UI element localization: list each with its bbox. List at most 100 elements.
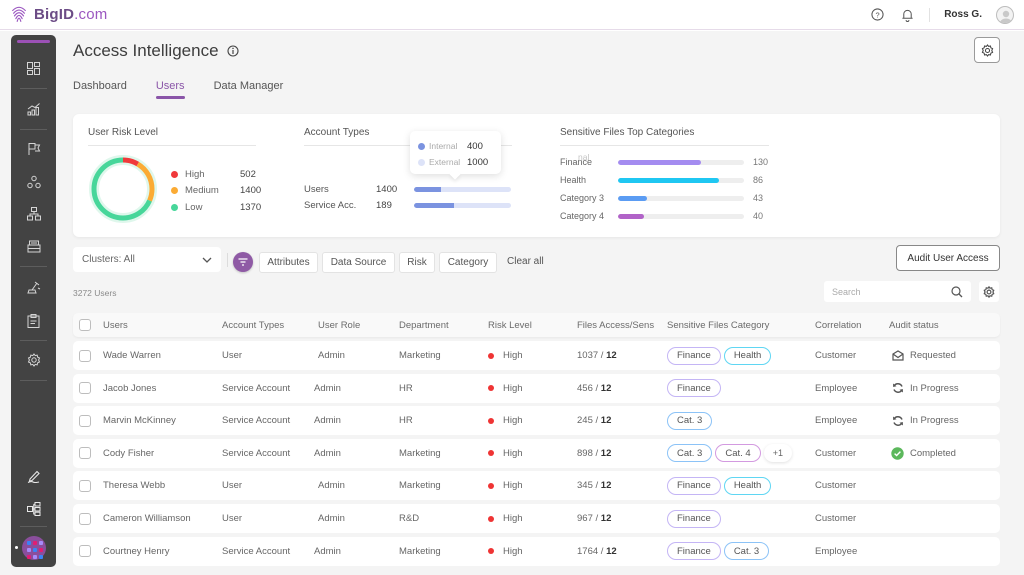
filter-chip-data-source[interactable]: Data Source — [322, 252, 395, 273]
account-bar[interactable] — [414, 203, 511, 208]
user-count: 3272 Users — [73, 288, 117, 298]
sidebar-item-audit[interactable] — [11, 308, 56, 334]
table-row[interactable]: Courtney Henry Service Account Admin Market… — [73, 536, 1000, 566]
account-row-users[interactable]: Users 1400 — [304, 184, 511, 195]
row-checkbox[interactable] — [79, 479, 91, 492]
page-title: Access Intelligence — [73, 41, 219, 60]
filter-chip-category[interactable]: Category — [439, 252, 497, 273]
column-header-audit-status[interactable]: Audit status — [889, 313, 939, 337]
correlation-cell: Employee — [815, 545, 858, 557]
category-bar-row[interactable]: Finance 130 — [560, 157, 768, 167]
table-row[interactable]: Marvin McKinney Service Account Admin HR Hig… — [73, 406, 1000, 436]
inventory-archive-icon — [27, 240, 40, 253]
sidebar-item-clusters[interactable] — [11, 169, 56, 195]
row-checkbox[interactable] — [79, 414, 91, 427]
table-settings-button[interactable] — [979, 281, 999, 302]
select-all-checkbox[interactable] — [79, 319, 91, 331]
column-header-files-access[interactable]: Files Access/Sens — [577, 313, 654, 337]
user-name-cell[interactable]: Marvin McKinney — [103, 406, 176, 435]
more-categories-pill[interactable]: +1 — [763, 444, 792, 463]
category-pill[interactable]: Finance — [667, 509, 721, 528]
clusters-select-value: Clusters: All — [82, 254, 135, 265]
row-checkbox[interactable] — [79, 545, 91, 558]
category-pill[interactable]: Finance — [667, 542, 721, 561]
column-header-user-role[interactable]: User Role — [318, 313, 360, 337]
sidebar-item-signature[interactable] — [11, 463, 56, 489]
correlation-cell: Customer — [815, 480, 857, 492]
apps-grid-icon[interactable] — [22, 536, 46, 560]
category-pill[interactable]: Cat. 3 — [667, 411, 713, 430]
risk-dot — [488, 515, 494, 522]
column-header-users[interactable]: Users — [103, 313, 128, 337]
row-checkbox[interactable] — [79, 512, 91, 525]
sidebar-item-remediation[interactable] — [11, 274, 56, 300]
sidebar-item-catalog[interactable] — [11, 496, 56, 522]
category-pill[interactable]: Finance — [667, 476, 721, 495]
page-settings-button[interactable] — [974, 37, 1000, 63]
column-header-correlation[interactable]: Correlation — [815, 313, 861, 337]
sidebar-item-inventory[interactable] — [11, 233, 56, 259]
column-header-sensitive-category[interactable]: Sensitive Files Category — [667, 313, 769, 337]
user-name-cell[interactable]: Cody Fisher — [103, 439, 154, 468]
bell-icon[interactable] — [899, 7, 915, 23]
correlation-cell: Customer — [815, 447, 857, 459]
files-access-cell: 456 / 12 — [577, 382, 612, 394]
sidebar-item-hierarchy[interactable] — [11, 201, 56, 227]
user-name[interactable]: Ross G. — [944, 9, 982, 20]
table-row[interactable]: Cameron Williamson User Admin R&D High 967 / … — [73, 504, 1000, 533]
user-name-cell[interactable]: Cameron Williamson — [103, 504, 191, 533]
sidebar-item-dashboard[interactable] — [11, 55, 56, 81]
audit-user-access-button[interactable]: Audit User Access — [896, 245, 1000, 271]
table-row[interactable]: Wade Warren User Admin Marketing High 1037 / … — [73, 341, 1000, 370]
category-bar-row[interactable]: Health 86 — [560, 175, 763, 185]
user-avatar-icon[interactable] — [996, 5, 1014, 24]
legend-label: High — [185, 168, 205, 180]
signature-pen-icon — [27, 470, 40, 483]
clusters-select[interactable]: Clusters: All — [73, 247, 221, 272]
category-pill[interactable]: Finance — [667, 379, 721, 398]
user-name-cell[interactable]: Jacob Jones — [103, 374, 156, 403]
category-bar-row[interactable]: Category 4 40 — [560, 211, 763, 221]
sidebar-item-policies[interactable] — [11, 136, 56, 162]
table-row[interactable]: Jacob Jones Service Account Admin HR High 456… — [73, 373, 1000, 403]
flag-policy-icon — [28, 143, 40, 155]
help-circle-icon[interactable]: ? — [869, 7, 885, 23]
filter-chip-attributes[interactable]: Attributes — [259, 252, 318, 273]
user-name-cell[interactable]: Theresa Webb — [103, 471, 165, 500]
sidebar-item-settings[interactable] — [11, 347, 56, 373]
category-pill[interactable]: Cat. 3 — [723, 542, 770, 561]
account-bar[interactable] — [414, 187, 511, 192]
column-header-account-types[interactable]: Account Types — [222, 313, 284, 337]
category-bar-row[interactable]: Category 3 43 — [560, 193, 763, 203]
category-pill[interactable]: Health — [723, 346, 772, 365]
sidebar-item-analytics[interactable] — [11, 96, 56, 122]
category-pill[interactable]: Finance — [667, 346, 721, 365]
category-pill[interactable]: Health — [723, 476, 772, 495]
table-row[interactable]: Cody Fisher Service Account Admin Marketing… — [73, 438, 1000, 468]
user-name-cell[interactable]: Courtney Henry — [103, 537, 170, 566]
department-cell: Marketing — [399, 545, 441, 557]
filter-button[interactable] — [233, 252, 253, 272]
tab-users[interactable]: Users — [155, 80, 185, 99]
category-pill[interactable]: Cat. 4 — [715, 444, 761, 463]
filter-chip-risk[interactable]: Risk — [399, 252, 435, 273]
search-input[interactable]: Search — [824, 281, 971, 302]
row-checkbox[interactable] — [79, 447, 91, 460]
user-name-cell[interactable]: Wade Warren — [103, 341, 161, 370]
info-icon[interactable] — [226, 45, 239, 57]
category-pill[interactable]: Cat. 3 — [667, 444, 713, 463]
risk-level-text: High — [503, 545, 523, 557]
clipboard-audit-icon — [27, 314, 40, 328]
account-row-service[interactable]: Service Acc. 189 — [304, 200, 511, 211]
category-label: Health — [560, 175, 587, 185]
files-access-cell: 1764 / 12 — [577, 545, 617, 557]
column-header-department[interactable]: Department — [399, 313, 449, 337]
row-checkbox[interactable] — [79, 382, 91, 395]
tab-dashboard[interactable]: Dashboard — [73, 80, 127, 98]
logo[interactable]: BigID.com — [10, 6, 107, 24]
table-row[interactable]: Theresa Webb User Admin Marketing High 345 / … — [73, 471, 1000, 501]
column-header-risk-level[interactable]: Risk Level — [488, 313, 532, 337]
row-checkbox[interactable] — [79, 349, 91, 362]
clear-all-link[interactable]: Clear all — [507, 256, 544, 267]
tab-data-manager[interactable]: Data Manager — [214, 80, 284, 98]
